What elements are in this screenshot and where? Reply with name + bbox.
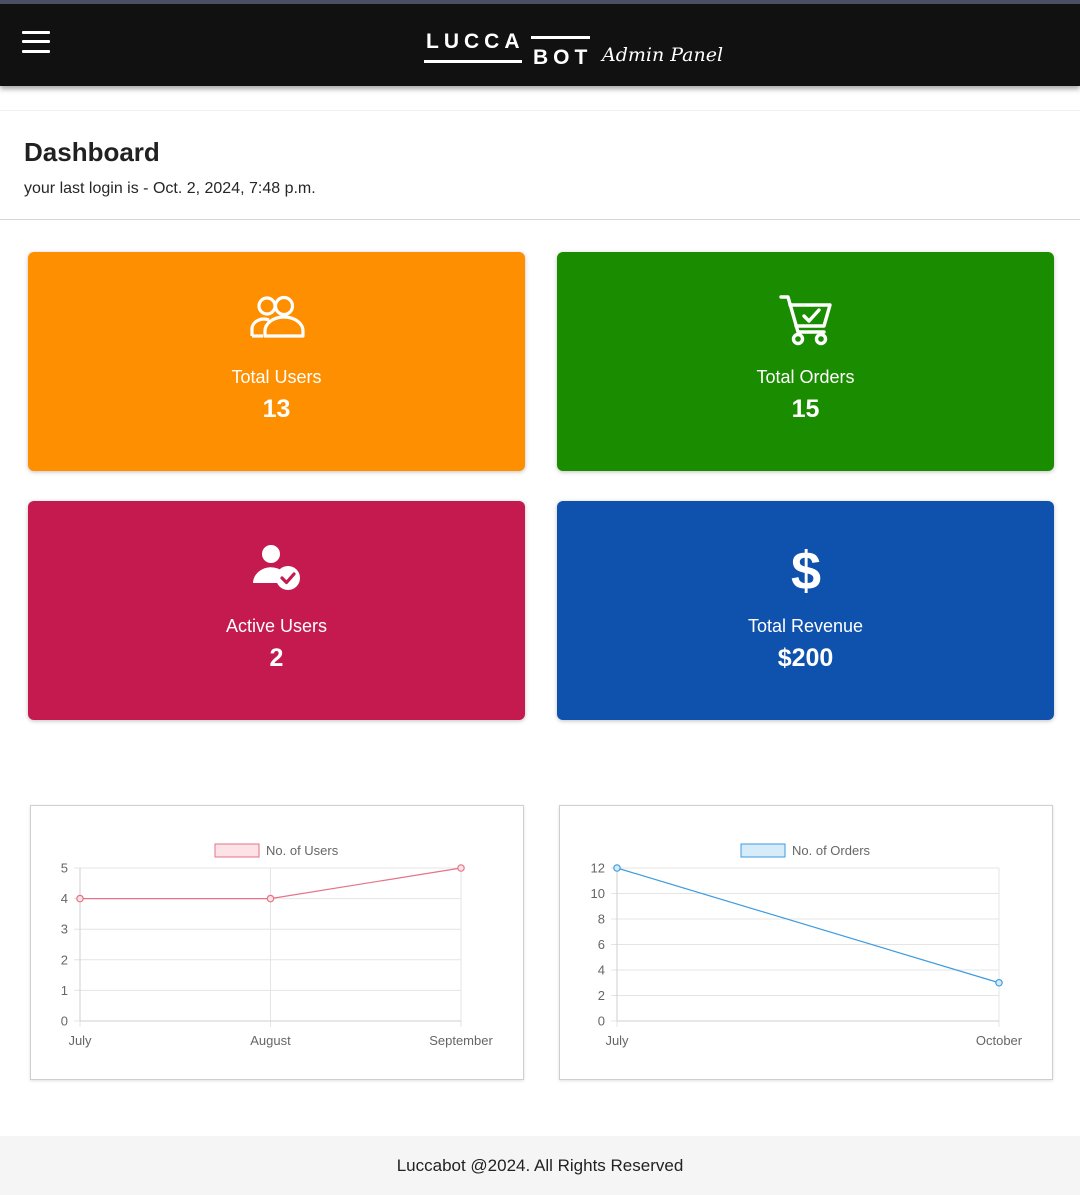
dashboard-header: Dashboard your last login is - Oct. 2, 2…: [0, 110, 1080, 220]
series-line: [616, 867, 1000, 984]
y-tick-label: 0: [598, 1014, 605, 1029]
x-tick-label: October: [976, 1033, 1023, 1048]
card-total-revenue[interactable]: $ Total Revenue $200: [557, 501, 1054, 720]
data-point: [457, 864, 465, 872]
x-tick-label: July: [605, 1033, 629, 1048]
y-tick-label: 1: [61, 983, 68, 998]
cart-check-icon: [778, 295, 832, 346]
x-tick-label: September: [429, 1033, 493, 1048]
footer-text: Luccabot @2024. All Rights Reserved: [396, 1156, 684, 1175]
legend-swatch: [214, 843, 260, 858]
users-chart: No. of Users 0 1 2 3 4 5 July August September: [30, 805, 524, 1080]
card-label: Active Users: [225, 616, 328, 636]
legend-label: No. of Users: [266, 843, 339, 858]
y-tick-label: 12: [591, 861, 605, 876]
card-total-users[interactable]: Total Users 13: [28, 252, 525, 471]
logo-subtitle: Admin Panel: [602, 44, 724, 66]
legend-swatch: [740, 843, 786, 858]
card-value: $200: [777, 644, 834, 672]
y-tick-label: 4: [598, 963, 605, 978]
data-point: [266, 894, 275, 903]
data-point: [76, 894, 84, 903]
svg-text:$: $: [790, 543, 820, 597]
x-tick-label: August: [250, 1033, 291, 1048]
y-tick-label: 4: [61, 891, 68, 906]
card-active-users[interactable]: Active Users 2: [28, 501, 525, 720]
y-tick-label: 6: [598, 937, 605, 952]
footer: Luccabot @2024. All Rights Reserved: [0, 1136, 1080, 1195]
card-label: Total Revenue: [747, 616, 864, 636]
hamburger-menu-icon[interactable]: [22, 29, 52, 55]
last-login-text: your last login is - Oct. 2, 2024, 7:48 …: [24, 180, 316, 197]
y-tick-label: 3: [61, 922, 68, 937]
y-tick-label: 2: [598, 988, 605, 1003]
user-check-icon: [252, 545, 300, 590]
brand-logo[interactable]: LUCCA BOT Admin Panel: [424, 28, 723, 72]
y-tick-label: 2: [61, 952, 68, 967]
orders-chart: No. of Orders 0 2 4 6 8 10 12 July October: [559, 805, 1053, 1080]
card-value: 15: [791, 395, 820, 423]
page-title: Dashboard: [24, 137, 160, 167]
y-tick-label: 8: [598, 912, 605, 927]
card-value: 13: [262, 395, 291, 423]
orders-line-chart: No. of Orders 0 2 4 6 8 10 12 July October: [591, 843, 1023, 1048]
y-tick-label: 0: [61, 1014, 68, 1029]
card-value: 2: [269, 644, 284, 672]
legend-label: No. of Orders: [792, 843, 871, 858]
x-tick-label: July: [68, 1033, 92, 1048]
card-label: Total Users: [231, 367, 322, 387]
card-label: Total Orders: [756, 367, 855, 387]
data-point: [995, 978, 1003, 987]
top-navbar: LUCCA BOT Admin Panel: [0, 0, 1080, 86]
users-icon: [249, 295, 305, 338]
users-line-chart: No. of Users 0 1 2 3 4 5 July August September: [61, 843, 494, 1048]
data-point: [613, 864, 621, 872]
dollar-icon: $: [790, 543, 820, 597]
y-tick-label: 5: [61, 861, 68, 876]
card-total-orders[interactable]: Total Orders 15: [557, 252, 1054, 471]
logo-word-bot: BOT: [533, 46, 593, 69]
y-tick-label: 10: [591, 886, 605, 901]
logo-word-lucca: LUCCA: [426, 30, 525, 53]
